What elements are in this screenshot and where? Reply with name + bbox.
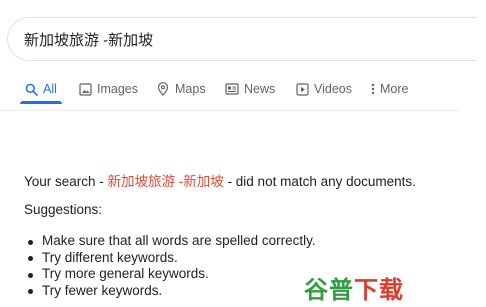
tab-label: News [244, 82, 276, 96]
suggestion-item: Make sure that all words are spelled cor… [28, 233, 316, 248]
tab-all[interactable]: All [24, 78, 57, 100]
tab-maps[interactable]: Maps [156, 78, 206, 100]
video-icon [295, 82, 309, 96]
tab-news[interactable]: News [225, 78, 275, 100]
suggestion-item: Try fewer keywords. [28, 283, 316, 300]
no-results-message: Your search - 新加坡旅游 -新加坡 - did not match… [24, 170, 416, 190]
suggestion-item: Try more general keywords. [28, 266, 316, 283]
tab-label: Images [97, 82, 138, 96]
tab-images[interactable]: Images [78, 78, 138, 100]
image-icon [78, 82, 92, 96]
tabs-divider [0, 110, 460, 111]
tab-videos[interactable]: Videos [295, 78, 352, 100]
search-tabs: All Images Maps News Videos More [0, 78, 486, 102]
no-results-suffix: - did not match any documents. [223, 174, 416, 189]
active-tab-indicator [20, 101, 62, 104]
no-results-prefix: Your search - [24, 174, 108, 189]
suggestions-title: Suggestions: [24, 202, 103, 217]
suggestions-list: Make sure that all words are spelled cor… [28, 233, 316, 300]
map-pin-icon [156, 82, 170, 96]
search-box[interactable]: 新加坡旅游 -新加坡 [7, 17, 477, 61]
tab-label: Maps [175, 82, 206, 96]
watermark-logo: 谷普 下载 [304, 270, 404, 305]
search-input[interactable]: 新加坡旅游 -新加坡 [24, 29, 153, 50]
watermark-part1: 谷普 [304, 276, 354, 304]
search-icon [24, 82, 38, 96]
tab-more[interactable]: More [370, 78, 408, 100]
news-icon [225, 82, 239, 96]
no-results-query: 新加坡旅游 -新加坡 [107, 174, 224, 189]
tab-label: All [43, 82, 57, 96]
more-vertical-icon [370, 82, 376, 96]
suggestion-item: Try different keywords. [28, 250, 316, 267]
watermark-part2: 下载 [354, 276, 404, 304]
tab-label: Videos [314, 82, 352, 96]
tab-label: More [380, 82, 409, 96]
